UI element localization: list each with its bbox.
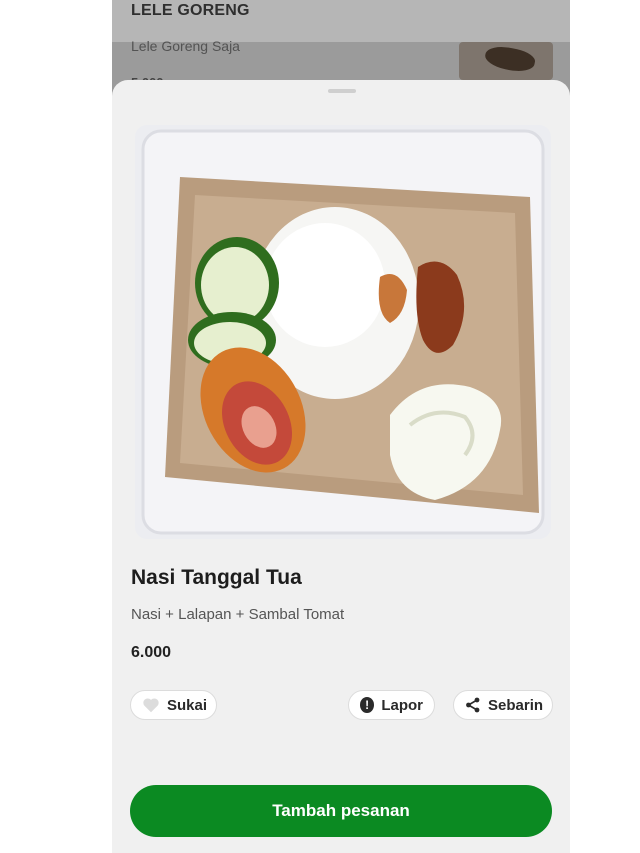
heart-icon bbox=[142, 697, 160, 713]
report-label: Lapor bbox=[381, 696, 423, 714]
app-screen: LELE GORENG Lele Goreng Saja 5.000 bbox=[112, 0, 570, 853]
like-label: Sukai bbox=[167, 696, 208, 714]
product-description: Nasi + Lalapan + Sambal Tomat bbox=[131, 606, 345, 623]
share-label: Sebarin bbox=[488, 696, 544, 714]
product-photo bbox=[135, 125, 551, 539]
share-icon bbox=[465, 697, 481, 713]
product-bottom-sheet: Nasi Tanggal Tua Nasi + Lalapan + Sambal… bbox=[112, 80, 570, 853]
product-title: Nasi Tanggal Tua bbox=[131, 566, 302, 589]
report-button[interactable]: ! Lapor bbox=[348, 690, 435, 720]
exclamation-circle-icon: ! bbox=[360, 697, 375, 713]
share-button[interactable]: Sebarin bbox=[453, 690, 553, 720]
product-price: 6.000 bbox=[131, 644, 172, 661]
drag-handle[interactable] bbox=[328, 89, 356, 93]
add-to-order-button[interactable]: Tambah pesanan bbox=[130, 785, 552, 837]
like-button[interactable]: Sukai bbox=[130, 690, 217, 720]
